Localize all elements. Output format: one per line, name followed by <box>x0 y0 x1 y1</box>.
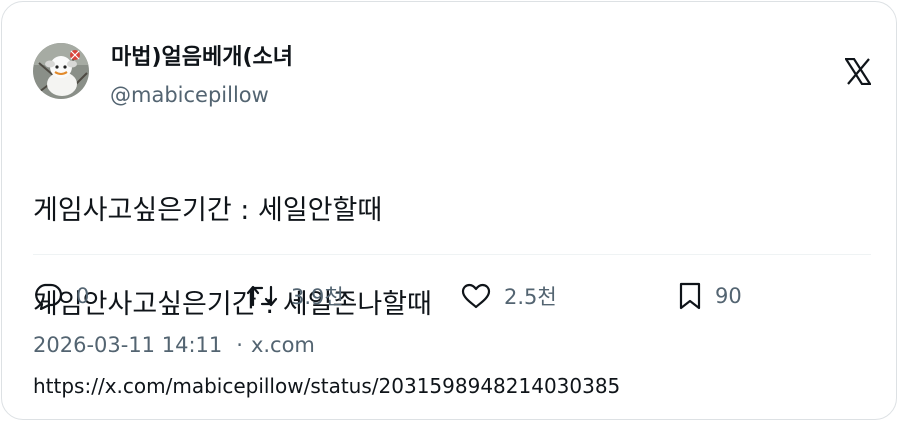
user-handle[interactable]: @mabicepillow <box>110 82 269 108</box>
bookmark-icon <box>679 282 701 310</box>
avatar[interactable] <box>33 43 89 99</box>
tweet-text-line: 게임안사고싶은기간 : 세일존나할때 <box>33 289 432 320</box>
reply-count: 0 <box>76 284 90 308</box>
x-logo-icon[interactable] <box>843 57 873 86</box>
reply-button[interactable]: 0 <box>33 280 89 312</box>
bookmark-count: 90 <box>715 284 742 308</box>
timestamp[interactable]: 2026-03-11 14:11 <box>33 333 222 357</box>
like-button[interactable]: 2.5천 <box>461 280 557 312</box>
divider <box>33 254 871 255</box>
source-link[interactable]: x.com <box>251 333 315 357</box>
retweet-icon <box>246 285 278 307</box>
heart-icon <box>461 283 491 309</box>
retweet-button[interactable]: 3.9천 <box>246 280 344 312</box>
tweet-url[interactable]: https://x.com/mabicepillow/status/203159… <box>33 372 620 400</box>
bookmark-button[interactable]: 90 <box>678 280 742 312</box>
avatar-image <box>33 43 89 99</box>
display-name[interactable]: 마법)얼음베개(소녀 <box>111 44 293 72</box>
tweet-text-line: 게임사고싶은기간 : 세일안할때 <box>33 195 383 226</box>
meta-separator: · <box>236 333 243 357</box>
tweet-meta: 2026-03-11 14:11 · x.com <box>33 330 315 360</box>
like-count: 2.5천 <box>504 285 557 309</box>
retweet-count: 3.9천 <box>291 285 344 309</box>
reply-icon <box>35 283 63 310</box>
tweet-card: 마법)얼음베개(소녀 @mabicepillow 게임사고싶은기간 : 세일안할… <box>1 1 897 420</box>
